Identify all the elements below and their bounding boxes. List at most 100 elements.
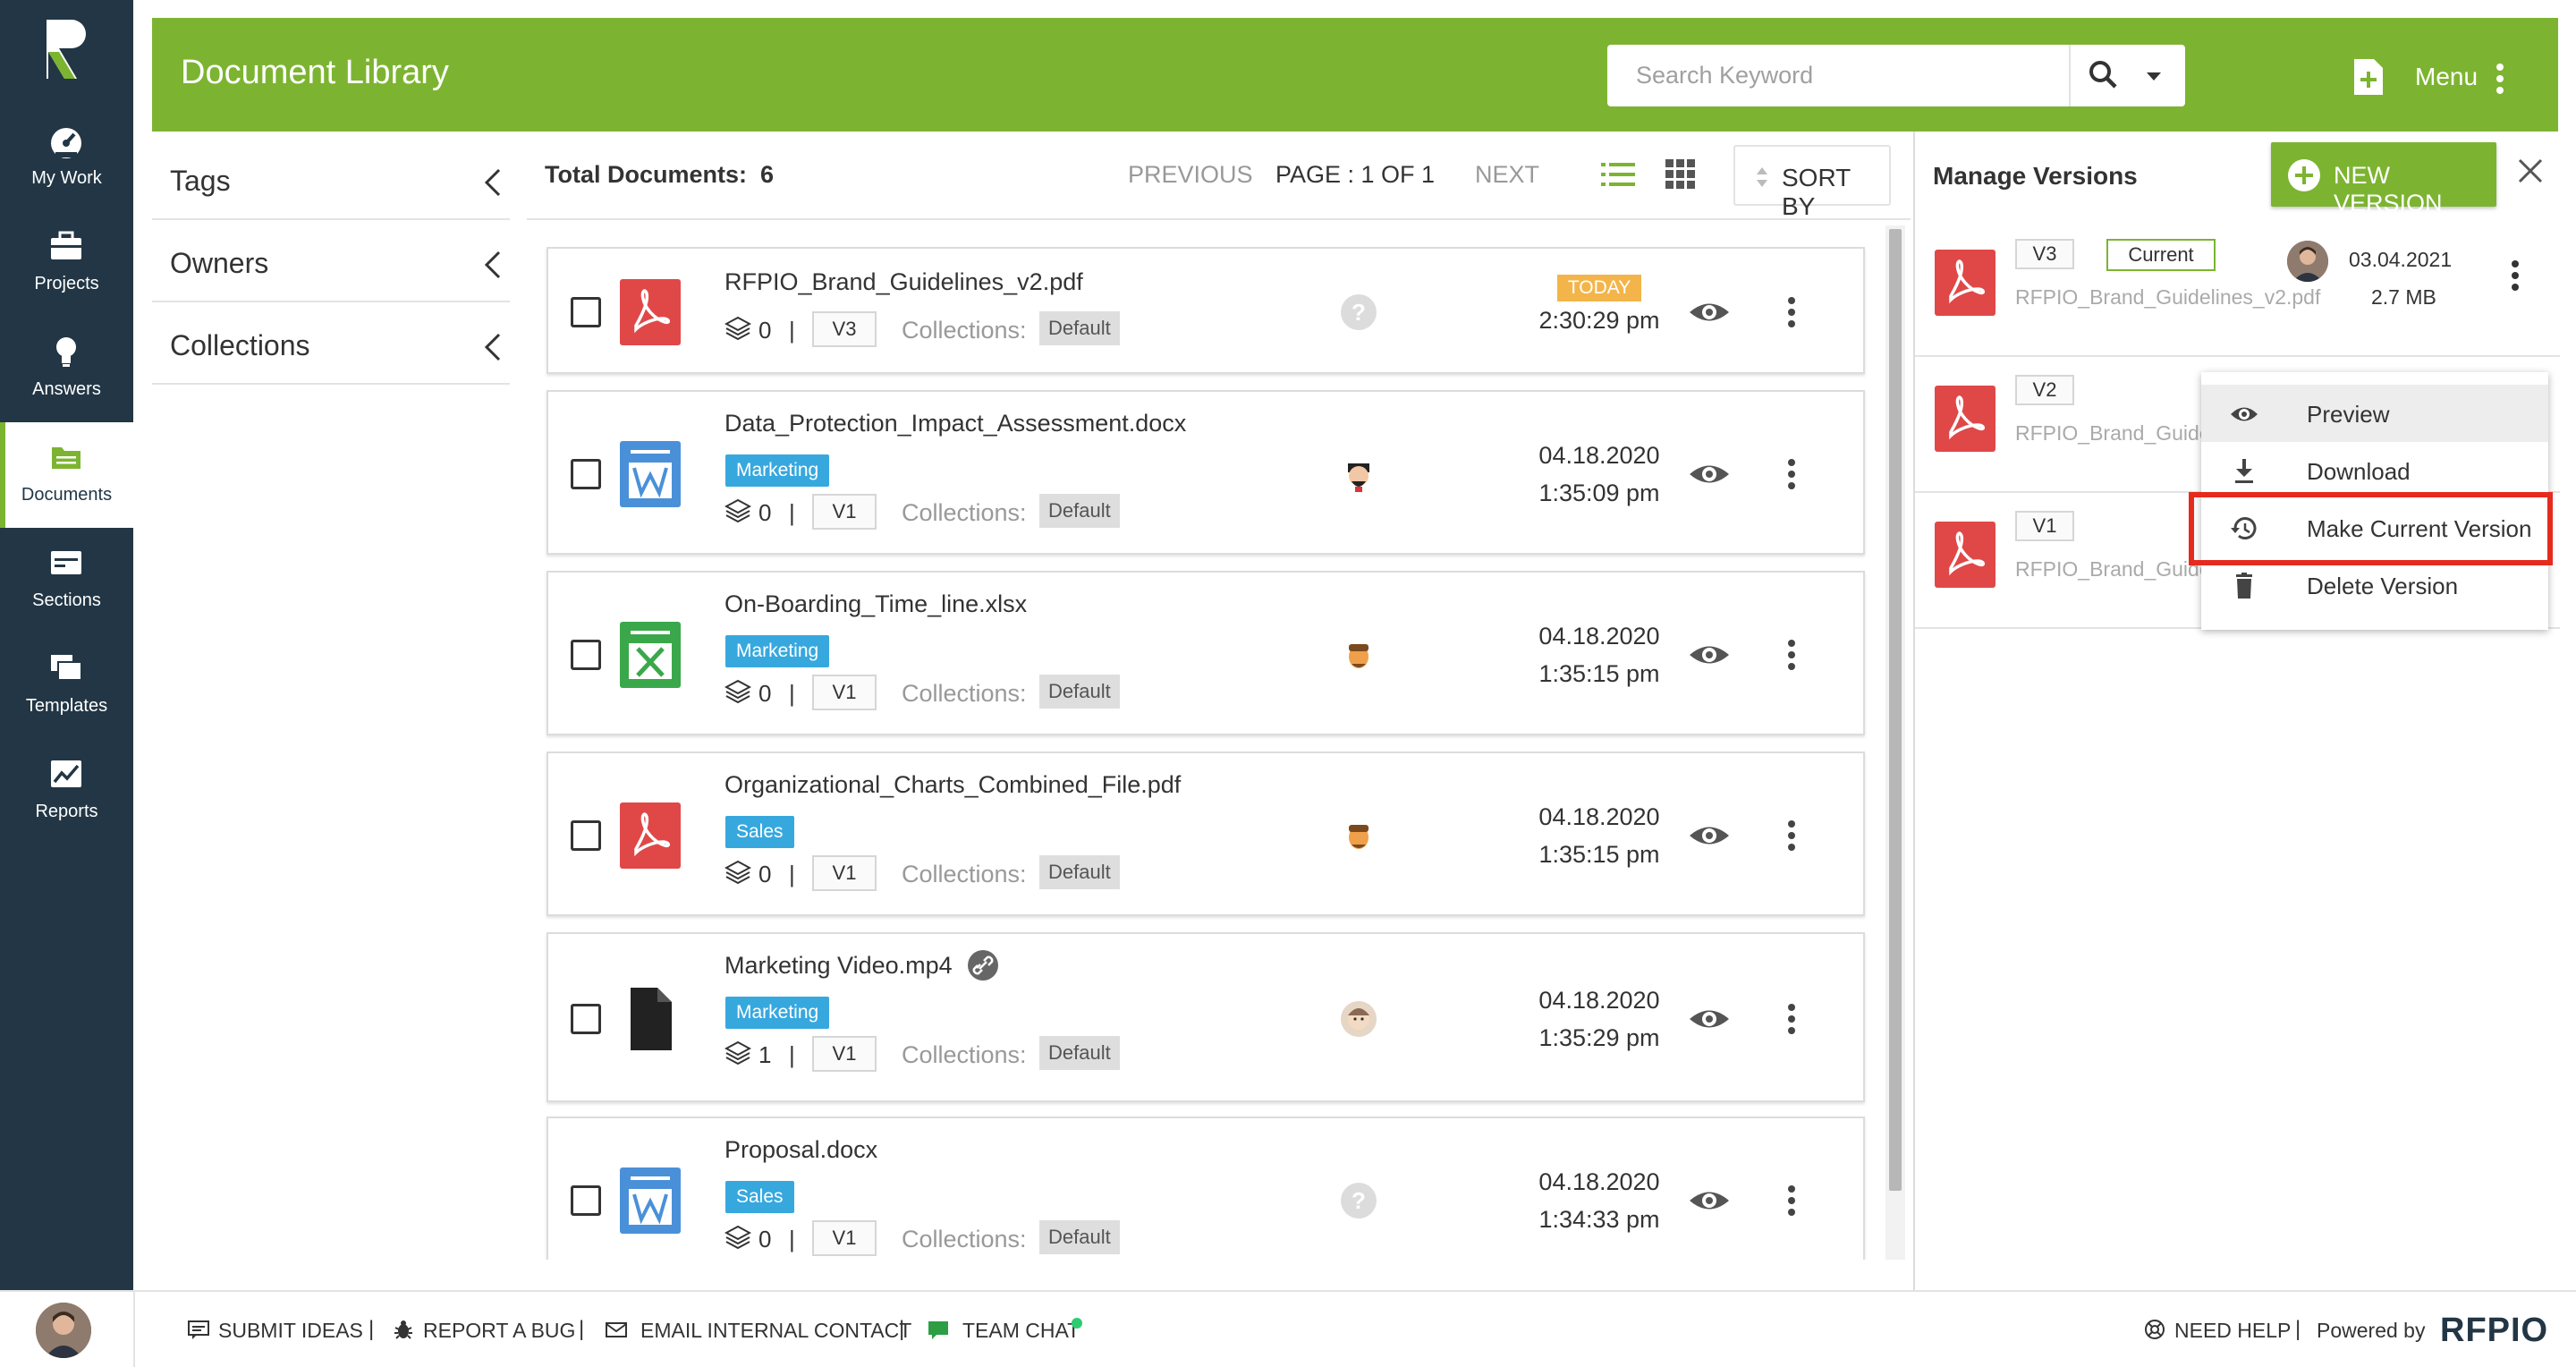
preview-eye-icon[interactable] [1688, 297, 1731, 327]
today-badge: TODAY [1556, 275, 1642, 301]
filter-collections[interactable]: Collections [152, 302, 510, 385]
document-name[interactable]: On-Boarding_Time_line.xlsx [724, 590, 1027, 618]
avatar [2287, 241, 2328, 282]
select-checkbox[interactable] [571, 1185, 601, 1216]
user-avatar[interactable] [36, 1303, 91, 1358]
document-date: 04.18.2020 1:35:09 pm [1514, 437, 1684, 512]
document-name[interactable]: Proposal.docx [724, 1136, 877, 1164]
close-icon[interactable] [2516, 157, 2545, 185]
report-bug-link[interactable]: REPORT A BUG [423, 1319, 575, 1343]
grid-view-icon[interactable] [1665, 159, 1696, 190]
tag-badge: Marketing [725, 635, 830, 667]
document-name[interactable]: Organizational_Charts_Combined_File.pdf [724, 771, 1181, 799]
menu-label[interactable]: Menu [2415, 63, 2478, 91]
eye-icon [2231, 407, 2258, 421]
team-chat-link[interactable]: TEAM CHAT [962, 1319, 1080, 1343]
sort-by-button[interactable]: SORT BY [1733, 145, 1891, 220]
nav-answers[interactable]: Answers [0, 317, 133, 422]
collection-badge: Default [1039, 311, 1120, 345]
menu-item-preview[interactable]: Preview [2201, 385, 2548, 442]
select-checkbox[interactable] [571, 1004, 601, 1034]
filter-tags[interactable]: Tags [152, 138, 510, 220]
search-box [1607, 45, 2185, 106]
preview-eye-icon[interactable] [1688, 459, 1731, 489]
document-name[interactable]: Data_Protection_Impact_Assessment.docx [724, 410, 1186, 437]
scrollbar-thumb[interactable] [1889, 229, 1902, 1191]
document-card[interactable]: RFPIO_Brand_Guidelines_v2.pdf 0 | V3 Collect… [547, 247, 1865, 374]
rfpio-logo: RFPIO [2440, 1312, 2549, 1349]
pdf-file-icon [1935, 522, 1996, 588]
filter-owners[interactable]: Owners [152, 220, 510, 302]
nav-reports[interactable]: Reports [0, 739, 133, 845]
nav-projects[interactable]: Projects [0, 211, 133, 317]
document-card[interactable]: Proposal.docx Sales 0 | V1 Collections: Defaul… [547, 1117, 1865, 1260]
document-card[interactable]: On-Boarding_Time_line.xlsx Marketing 0 | V1 C… [547, 571, 1865, 735]
version-badge: V1 [2015, 511, 2074, 541]
nav-templates[interactable]: Templates [0, 633, 133, 739]
version-badge: V1 [812, 855, 877, 891]
submit-ideas-link[interactable]: SUBMIT IDEAS [218, 1319, 363, 1343]
menu-item-download[interactable]: Download [2201, 442, 2548, 499]
select-checkbox[interactable] [571, 297, 601, 327]
nav-sections[interactable]: Sections [0, 528, 133, 633]
nav-documents[interactable]: Documents [0, 422, 133, 528]
kebab-menu-icon[interactable] [1785, 819, 1798, 853]
preview-eye-icon[interactable] [1688, 640, 1731, 670]
version-count: 1 [758, 1041, 772, 1068]
next-page-button[interactable]: NEXT [1475, 161, 1539, 189]
version-size: 2.7 MB [2371, 285, 2436, 309]
menu-item-delete-version[interactable]: Delete Version [2201, 556, 2548, 614]
link-icon[interactable] [966, 948, 1000, 982]
document-card[interactable]: Marketing Video.mp4 Marketing 1 | V1 Collecti… [547, 932, 1865, 1102]
avatar [1339, 635, 1378, 675]
kebab-menu-icon[interactable] [1785, 295, 1798, 329]
add-document-icon[interactable] [2351, 57, 2386, 97]
search-icon[interactable] [2086, 57, 2122, 93]
select-checkbox[interactable] [571, 640, 601, 670]
collections-label: Collections: [902, 317, 1027, 344]
menu-item-label: Preview [2307, 401, 2390, 428]
date-text: 04.18.2020 [1538, 623, 1660, 650]
select-checkbox[interactable] [571, 820, 601, 851]
document-name[interactable]: RFPIO_Brand_Guidelines_v2.pdf [724, 268, 1083, 296]
email-internal-contact-link[interactable]: EMAIL INTERNAL CONTACT [640, 1319, 911, 1343]
nav-label: Answers [32, 379, 101, 399]
time-text: 1:34:33 pm [1538, 1206, 1660, 1233]
kebab-menu-icon[interactable] [2509, 259, 2521, 293]
tag-badge: Marketing [725, 454, 830, 487]
previous-page-button[interactable]: PREVIOUS [1128, 161, 1253, 189]
search-input[interactable] [1607, 45, 2069, 106]
document-name[interactable]: Marketing Video.mp4 [724, 952, 953, 980]
preview-eye-icon[interactable] [1688, 820, 1731, 851]
document-card[interactable]: Data_Protection_Impact_Assessment.docx Ma… [547, 390, 1865, 555]
new-version-button[interactable]: NEW VERSION [2271, 142, 2496, 217]
kebab-menu-icon[interactable] [2494, 61, 2506, 97]
preview-eye-icon[interactable] [1688, 1185, 1731, 1216]
need-help-link[interactable]: NEED HELP [2174, 1319, 2291, 1343]
tag-badge: Sales [725, 1181, 794, 1213]
online-indicator [1072, 1318, 1082, 1329]
kebab-menu-icon[interactable] [1785, 1002, 1798, 1036]
chevron-down-icon[interactable] [2142, 64, 2165, 88]
list-view-icon[interactable] [1601, 161, 1635, 188]
nav-label: My Work [31, 168, 102, 188]
kebab-menu-icon[interactable] [1785, 638, 1798, 672]
footer-divider [133, 1292, 135, 1367]
document-card[interactable]: Organizational_Charts_Combined_File.pdf S… [547, 751, 1865, 916]
nav-my-work[interactable]: My Work [0, 106, 133, 211]
filter-label: Tags [170, 165, 231, 197]
chevron-left-icon [484, 250, 501, 279]
help-icon [2145, 1320, 2165, 1339]
kebab-menu-icon[interactable] [1785, 1184, 1798, 1218]
preview-eye-icon[interactable] [1688, 1004, 1731, 1034]
menu-item-make-current-version[interactable]: Make Current Version [2201, 499, 2548, 556]
collection-badge: Default [1039, 675, 1120, 709]
kebab-menu-icon[interactable] [1785, 457, 1798, 491]
collection-badge: Default [1039, 1220, 1120, 1254]
footer-separator: | [579, 1317, 585, 1341]
select-checkbox[interactable] [571, 459, 601, 489]
app-logo[interactable] [39, 16, 93, 82]
version-row[interactable]: V3 Current RFPIO_Brand_Guidelines_v2.pdf… [1915, 221, 2560, 357]
collections-label: Collections: [902, 1226, 1027, 1252]
meta-separator: | [789, 1041, 795, 1068]
